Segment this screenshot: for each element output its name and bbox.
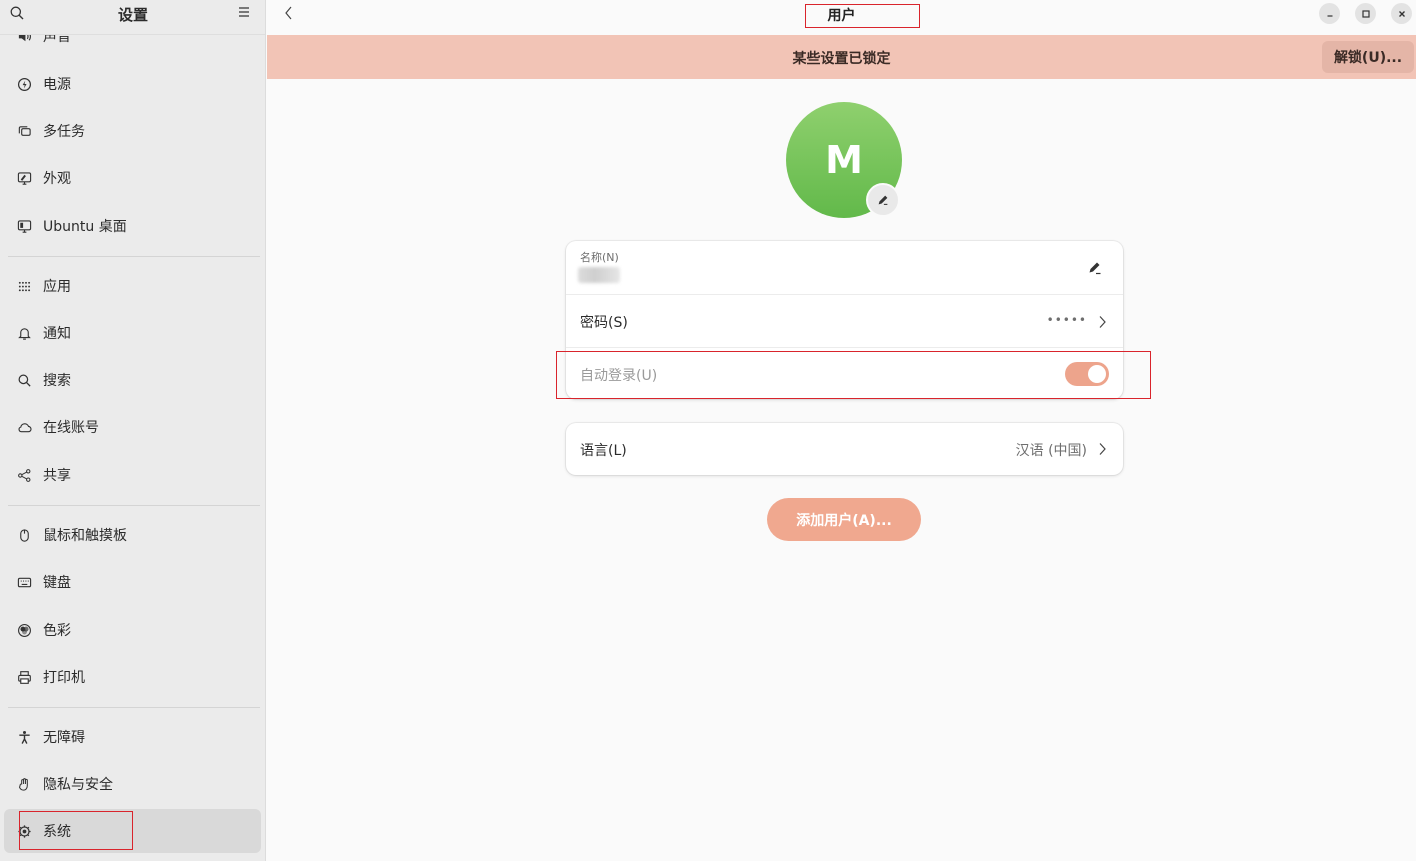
sidebar-item-color[interactable]: 色彩 — [4, 608, 261, 652]
close-icon[interactable] — [1391, 3, 1412, 24]
multitask-icon — [16, 123, 32, 139]
sidebar-item-keyboard[interactable]: 键盘 — [4, 560, 261, 604]
toggle-knob — [1088, 365, 1106, 383]
banner-text: 某些设置已锁定 — [792, 51, 891, 67]
autologin-toggle[interactable] — [1065, 362, 1109, 386]
sidebar-item-label: 鼠标和触摸板 — [43, 528, 127, 544]
sidebar-item-label: 共享 — [43, 468, 71, 484]
sidebar-item-label: 通知 — [43, 326, 71, 342]
locked-banner: 某些设置已锁定 解锁(U)... — [267, 35, 1416, 79]
printer-icon — [16, 669, 32, 685]
sidebar-item-label: 搜索 — [43, 373, 71, 389]
language-card: 语言(L) 汉语 (中国) — [566, 423, 1123, 475]
pencil-icon[interactable] — [1087, 260, 1103, 276]
name-value-blurred — [578, 267, 620, 283]
sidebar-item-label: 系统 — [43, 824, 71, 840]
pencil-icon — [878, 195, 888, 205]
sidebar-item-system[interactable]: 系统 — [4, 809, 261, 853]
sidebar-item-label: 应用 — [43, 279, 71, 295]
language-row[interactable]: 语言(L) 汉语 (中国) — [566, 423, 1123, 475]
sidebar-item-appearance[interactable]: 外观 — [4, 156, 261, 200]
sidebar-item-label: 打印机 — [43, 670, 85, 686]
sidebar-item-printers[interactable]: 打印机 — [4, 655, 261, 699]
sidebar-item-label: 外观 — [43, 171, 71, 187]
sidebar-item-label: 隐私与安全 — [43, 777, 113, 793]
sidebar-item-label: 多任务 — [43, 124, 85, 140]
sidebar-item-power[interactable]: 电源 — [4, 62, 261, 106]
bell-icon — [16, 325, 32, 341]
hand-icon — [16, 776, 32, 792]
cloud-icon — [16, 419, 32, 435]
add-user-button[interactable]: 添加用户(A)... — [767, 498, 921, 541]
sidebar-item-apps[interactable]: 应用 — [4, 264, 261, 308]
sidebar-item-search[interactable]: 搜索 — [4, 358, 261, 402]
sidebar-item-label: 电源 — [43, 77, 71, 93]
desktop-icon — [16, 218, 32, 234]
autologin-row[interactable]: 自动登录(U) — [566, 347, 1123, 399]
sidebar-item-label: 键盘 — [43, 575, 71, 591]
autologin-label: 自动登录(U) — [580, 368, 658, 384]
chevron-right-icon — [1099, 316, 1106, 328]
sidebar-divider — [8, 707, 260, 708]
sidebar-divider — [8, 505, 260, 506]
sidebar-item-label: 无障碍 — [43, 730, 85, 746]
appearance-icon — [16, 170, 32, 186]
apps-grid-icon — [16, 278, 32, 294]
chevron-right-icon — [1099, 443, 1106, 455]
password-row[interactable]: 密码(S) ••••• — [566, 294, 1123, 347]
sidebar-item-online-accounts[interactable]: 在线账号 — [4, 405, 261, 449]
sidebar-item-label: Ubuntu 桌面 — [43, 219, 127, 235]
power-icon — [16, 76, 32, 92]
color-icon — [16, 622, 32, 638]
share-icon — [16, 467, 32, 483]
sidebar-header: 设置 — [0, 0, 265, 35]
avatar-letter: M — [825, 138, 863, 182]
minimize-icon[interactable] — [1319, 3, 1340, 24]
system-gear-icon — [16, 823, 32, 839]
name-label: 名称(N) — [580, 251, 619, 264]
sidebar-item-sharing[interactable]: 共享 — [4, 453, 261, 497]
keyboard-icon — [16, 574, 32, 590]
sidebar-item-multitasking[interactable]: 多任务 — [4, 109, 261, 153]
main-panel: 用户 某些设置已锁定 解锁(U)... M 名称(N) 密码(S) ••••• — [267, 0, 1416, 861]
mouse-icon — [16, 527, 32, 543]
page-title: 用户 — [827, 8, 856, 24]
password-label: 密码(S) — [580, 315, 628, 331]
sidebar-item-ubuntu-desktop[interactable]: Ubuntu 桌面 — [4, 204, 261, 248]
accessibility-icon — [16, 729, 32, 745]
unlock-button[interactable]: 解锁(U)... — [1322, 41, 1414, 73]
sidebar-divider — [8, 256, 260, 257]
sidebar-item-privacy[interactable]: 隐私与安全 — [4, 762, 261, 806]
sidebar-item-label: 在线账号 — [43, 420, 99, 436]
language-value: 汉语 (中国) — [1015, 443, 1087, 459]
sidebar-title: 设置 — [117, 6, 148, 24]
header-bar: 用户 — [267, 0, 1416, 35]
sidebar-item-accessibility[interactable]: 无障碍 — [4, 715, 261, 759]
account-card: 名称(N) 密码(S) ••••• 自动登录(U) — [566, 241, 1123, 399]
hamburger-menu-icon[interactable] — [236, 4, 252, 20]
avatar-edit-button[interactable] — [866, 183, 900, 217]
language-label: 语言(L) — [580, 443, 627, 459]
sidebar-item-label: 色彩 — [43, 623, 71, 639]
name-row[interactable]: 名称(N) — [566, 241, 1123, 294]
search-icon — [16, 372, 32, 388]
sidebar-item-notifications[interactable]: 通知 — [4, 311, 261, 355]
password-value: ••••• — [1046, 313, 1087, 327]
sidebar: 声音 电源 多任务 外观 Ubuntu 桌面 应用 通知 搜索 在线账号 共享 … — [0, 0, 266, 861]
maximize-icon[interactable] — [1355, 3, 1376, 24]
sidebar-item-mouse[interactable]: 鼠标和触摸板 — [4, 513, 261, 557]
